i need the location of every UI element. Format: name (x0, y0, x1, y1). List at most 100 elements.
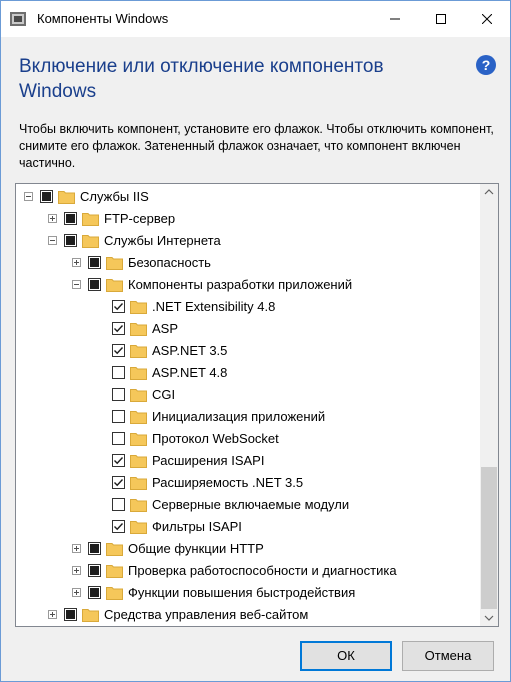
tree-row[interactable]: Серверные включаемые модули (16, 494, 480, 516)
folder-icon (130, 345, 147, 358)
checkbox-checked[interactable] (112, 322, 125, 335)
checkbox-unchecked[interactable] (112, 432, 125, 445)
tree-item-label: Службы Интернета (104, 233, 221, 248)
minimize-button[interactable] (372, 1, 418, 37)
tree-item-label: Функции повышения быстродействия (128, 585, 356, 600)
tree-row[interactable]: Общие функции HTTP (16, 538, 480, 560)
expand-icon[interactable] (72, 544, 81, 553)
checkbox-checked[interactable] (112, 520, 125, 533)
tree-item-label: Средства управления веб-сайтом (104, 607, 309, 622)
chevron-up-icon (484, 189, 494, 195)
tree-item-label: ASP.NET 3.5 (152, 343, 228, 358)
tree-item-label: Безопасность (128, 255, 211, 270)
tree-row[interactable]: Расширения ISAPI (16, 450, 480, 472)
checkbox-unchecked[interactable] (112, 366, 125, 379)
checkbox-checked[interactable] (112, 476, 125, 489)
chevron-down-icon (484, 615, 494, 621)
tree-row[interactable]: Функции повышения быстродействия (16, 582, 480, 604)
collapse-icon[interactable] (48, 236, 57, 245)
tree-row[interactable]: FTP-сервер (16, 208, 480, 230)
checkbox-unchecked[interactable] (112, 498, 125, 511)
collapse-icon[interactable] (24, 192, 33, 201)
dialog-window: Компоненты Windows Включение или отключе… (0, 0, 511, 682)
tree-row[interactable]: Компоненты разработки приложений (16, 274, 480, 296)
tree-item-label: Фильтры ISAPI (152, 519, 242, 534)
checkbox-partial[interactable] (88, 564, 101, 577)
folder-icon (130, 433, 147, 446)
window-title: Компоненты Windows (37, 11, 169, 26)
tree-row[interactable]: Средства управления веб-сайтом (16, 604, 480, 626)
close-button[interactable] (464, 1, 510, 37)
tree-item-label: Серверные включаемые модули (152, 497, 350, 512)
checkbox-partial[interactable] (88, 278, 101, 291)
checkbox-partial[interactable] (88, 542, 101, 555)
checkbox-partial[interactable] (64, 234, 77, 247)
maximize-button[interactable] (418, 1, 464, 37)
scroll-down-button[interactable] (480, 609, 498, 626)
dialog-description: Чтобы включить компонент, установите его… (19, 122, 494, 170)
collapse-icon[interactable] (72, 280, 81, 289)
folder-icon (58, 191, 75, 204)
tree-item-label: CGI (152, 387, 176, 402)
folder-icon (130, 521, 147, 534)
checkbox-checked[interactable] (112, 300, 125, 313)
tree-row[interactable]: Безопасность (16, 252, 480, 274)
vertical-scrollbar[interactable] (480, 184, 498, 626)
checkbox-partial[interactable] (64, 212, 77, 225)
folder-icon (82, 609, 99, 622)
checkbox-checked[interactable] (112, 344, 125, 357)
tree-row[interactable]: CGI (16, 384, 480, 406)
close-icon (482, 14, 492, 24)
tree-item-label: Компоненты разработки приложений (128, 277, 353, 292)
scroll-up-button[interactable] (480, 184, 498, 201)
checkbox-unchecked[interactable] (112, 388, 125, 401)
checkbox-unchecked[interactable] (112, 410, 125, 423)
tree-row[interactable]: Расширяемость .NET 3.5 (16, 472, 480, 494)
expand-icon[interactable] (48, 610, 57, 619)
tree-item-label: .NET Extensibility 4.8 (152, 299, 276, 314)
folder-icon (106, 587, 123, 600)
folder-icon (106, 257, 123, 270)
checkbox-partial[interactable] (40, 190, 53, 203)
folder-icon (130, 323, 147, 336)
folder-icon (130, 499, 147, 512)
scroll-thumb[interactable] (481, 467, 497, 609)
tree-row[interactable]: ASP (16, 318, 480, 340)
expand-icon[interactable] (72, 258, 81, 267)
folder-icon (130, 411, 147, 424)
tree-row[interactable]: Инициализация приложений (16, 406, 480, 428)
tree-item-label: ASP (152, 321, 179, 336)
tree-row[interactable]: .NET Extensibility 4.8 (16, 296, 480, 318)
folder-icon (106, 565, 123, 578)
title-bar[interactable]: Компоненты Windows (1, 1, 510, 37)
folder-icon (82, 235, 99, 248)
tree-item-label: Инициализация приложений (152, 409, 326, 424)
tree-row[interactable]: ASP.NET 4.8 (16, 362, 480, 384)
checkbox-checked[interactable] (112, 454, 125, 467)
tree-row[interactable]: Протокол WebSocket (16, 428, 480, 450)
tree-item-label: Протокол WebSocket (152, 431, 279, 446)
tree-row[interactable]: ASP.NET 3.5 (16, 340, 480, 362)
folder-icon (106, 279, 123, 292)
expand-icon[interactable] (72, 588, 81, 597)
question-mark-icon[interactable]: ? (476, 55, 496, 75)
checkbox-partial[interactable] (88, 256, 101, 269)
folder-icon (130, 367, 147, 380)
features-tree[interactable]: Службы IIS FTP-сервер Службы Интернета Безо… (15, 183, 499, 627)
tree-row[interactable]: Службы IIS (16, 186, 480, 208)
folder-icon (130, 455, 147, 468)
tree-row[interactable]: Фильтры ISAPI (16, 516, 480, 538)
expand-icon[interactable] (72, 566, 81, 575)
tree-item-label: Расширяемость .NET 3.5 (152, 475, 304, 490)
cancel-button[interactable]: Отмена (402, 641, 494, 671)
checkbox-partial[interactable] (64, 608, 77, 621)
tree-row[interactable]: Службы Интернета (16, 230, 480, 252)
checkbox-partial[interactable] (88, 586, 101, 599)
tree-row[interactable]: Проверка работоспособности и диагностика (16, 560, 480, 582)
minimize-icon (390, 18, 400, 20)
ok-button[interactable]: ОК (300, 641, 392, 671)
windows-features-icon (10, 12, 26, 26)
folder-icon (130, 389, 147, 402)
maximize-icon (436, 14, 446, 24)
expand-icon[interactable] (48, 214, 57, 223)
